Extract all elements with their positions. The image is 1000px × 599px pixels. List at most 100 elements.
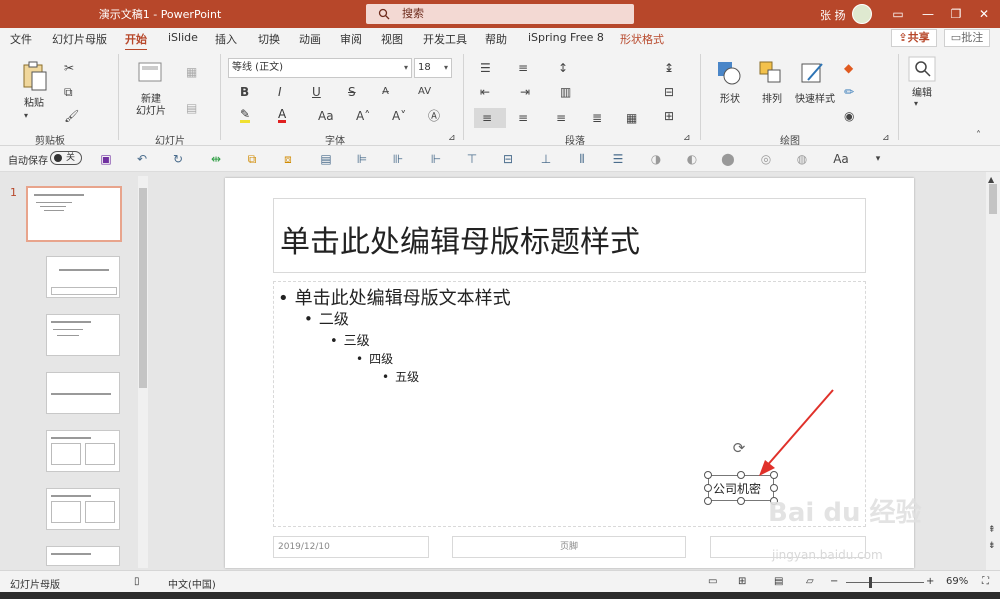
tab-transitions[interactable]: 切换: [258, 31, 280, 47]
align-center-icon[interactable]: ≡: [518, 110, 528, 126]
scrollbar-thumb[interactable]: [989, 184, 997, 214]
ribbon-display-icon[interactable]: ▭: [888, 4, 908, 24]
merge-fragment-icon[interactable]: ⬤: [720, 151, 736, 167]
cut-icon[interactable]: ✂: [64, 60, 74, 76]
arrange-button[interactable]: 排列: [752, 90, 792, 105]
tab-insert[interactable]: 插入: [215, 31, 237, 47]
arrange-icon[interactable]: [758, 60, 784, 86]
footer-placeholder[interactable]: 页脚: [452, 536, 686, 558]
copy-icon[interactable]: ⧉: [64, 84, 73, 100]
resize-handle[interactable]: [704, 471, 712, 479]
layout-thumbnail[interactable]: [46, 546, 120, 566]
numbering-icon[interactable]: ≡: [518, 60, 528, 76]
merge-subtract-icon[interactable]: ◍: [794, 151, 810, 167]
dialog-launcher-icon[interactable]: ⊿: [683, 130, 691, 146]
layout-icon[interactable]: ▦: [186, 64, 197, 80]
quick-styles-icon[interactable]: [800, 60, 826, 86]
new-slide-icon[interactable]: [138, 60, 164, 84]
close-icon[interactable]: ✕: [974, 4, 994, 24]
bullets-icon[interactable]: ☰: [480, 60, 491, 76]
tab-help[interactable]: 帮助: [485, 31, 507, 47]
share-button[interactable]: ⇪共享: [891, 29, 937, 47]
strikethrough-icon[interactable]: S: [348, 84, 356, 100]
previous-slide-icon[interactable]: ⇞: [988, 522, 996, 538]
bold-icon[interactable]: B: [240, 84, 249, 100]
layout-thumbnail[interactable]: [46, 430, 120, 472]
minimize-icon[interactable]: —: [918, 4, 938, 24]
shape-fill-icon[interactable]: ◆: [844, 60, 853, 76]
editing-button[interactable]: 编辑: [902, 84, 942, 99]
quick-styles-button[interactable]: 快速样式: [790, 90, 840, 105]
resize-handle[interactable]: [704, 497, 712, 505]
underline-icon[interactable]: U: [312, 84, 321, 100]
columns-icon[interactable]: ▥: [560, 84, 571, 100]
scrollbar-thumb[interactable]: [139, 188, 147, 388]
align-left-icon[interactable]: ≡: [482, 110, 492, 126]
thumbnail-scrollbar[interactable]: [138, 176, 148, 568]
char-spacing-icon[interactable]: AV: [418, 84, 431, 100]
collapse-ribbon-icon[interactable]: ˄: [976, 128, 981, 144]
group-tool-icon[interactable]: ⧉: [244, 151, 260, 167]
shape-outline-icon[interactable]: ✏: [844, 84, 854, 100]
resize-handle[interactable]: [770, 484, 778, 492]
shapes-icon[interactable]: [716, 60, 742, 86]
shape-effects-icon[interactable]: ◉: [844, 108, 854, 124]
resize-handle[interactable]: [737, 471, 745, 479]
dialog-launcher-icon[interactable]: ⊿: [882, 130, 890, 146]
font-name-select[interactable]: 等线 (正文) ▾: [228, 58, 412, 78]
zoom-slider-thumb[interactable]: [869, 577, 872, 588]
title-placeholder[interactable]: 单击此处编辑母版标题样式: [273, 198, 866, 273]
layout-thumbnail[interactable]: [46, 372, 120, 414]
format-painter-icon[interactable]: 🖌: [64, 108, 79, 124]
paste-button[interactable]: 粘贴: [14, 94, 54, 109]
paste-icon[interactable]: [20, 60, 48, 92]
layout-thumbnail[interactable]: [46, 488, 120, 530]
layout-thumbnail[interactable]: [46, 314, 120, 356]
text-direction-icon[interactable]: ↨: [664, 60, 674, 76]
slide-sorter-icon[interactable]: ⊞: [738, 576, 746, 587]
align-right-tool-icon[interactable]: ⊩: [428, 151, 444, 167]
ungroup-tool-icon[interactable]: ⧈: [280, 151, 296, 167]
grow-font-icon[interactable]: A˄: [356, 108, 370, 124]
align-center-tool-icon[interactable]: ⊪: [390, 151, 406, 167]
comment-button[interactable]: ▭批注: [944, 29, 990, 47]
next-slide-icon[interactable]: ⇟: [988, 538, 996, 554]
tab-animations[interactable]: 动画: [299, 31, 321, 47]
distribute-icon[interactable]: ▦: [626, 110, 637, 126]
merge-union-icon[interactable]: ◑: [648, 151, 664, 167]
editing-icon[interactable]: [908, 56, 936, 82]
shapes-button[interactable]: 形状: [710, 90, 750, 105]
language-label[interactable]: 中文(中国): [168, 576, 216, 591]
align-left-tool-icon[interactable]: ⊫: [354, 151, 370, 167]
change-case-icon[interactable]: Aa: [318, 108, 334, 124]
zoom-level[interactable]: 69%: [946, 576, 968, 587]
resize-handle[interactable]: [737, 497, 745, 505]
chevron-down-icon[interactable]: ▾: [914, 96, 918, 112]
tab-shape-format[interactable]: 形状格式: [620, 31, 664, 47]
zoom-slider[interactable]: [846, 582, 924, 583]
align-bottom-tool-icon[interactable]: ⊥: [538, 151, 554, 167]
search-box[interactable]: 搜索: [366, 4, 634, 24]
tab-islide[interactable]: iSlide: [168, 31, 198, 44]
slide-scrollbar[interactable]: ▲ ⇞ ⇟: [986, 172, 1000, 570]
tab-developer[interactable]: 开发工具: [423, 31, 467, 47]
font-case-icon[interactable]: Aa: [830, 151, 852, 167]
user-name[interactable]: 张 扬: [820, 7, 846, 23]
new-slide-button[interactable]: 新建 幻灯片: [128, 94, 174, 118]
text-effect-icon[interactable]: Ⓐ: [428, 108, 440, 124]
zoom-out-icon[interactable]: −: [830, 576, 838, 587]
reading-view-icon[interactable]: ▤: [774, 576, 783, 587]
paste-dropdown-icon[interactable]: ▾: [24, 108, 28, 124]
save-icon[interactable]: ▣: [98, 151, 114, 167]
dialog-launcher-icon[interactable]: ⊿: [448, 130, 456, 146]
highlight-icon[interactable]: ✎: [240, 108, 251, 123]
layout-thumbnail[interactable]: [46, 256, 120, 298]
reset-icon[interactable]: ▤: [186, 100, 197, 116]
date-placeholder[interactable]: 2019/12/10: [273, 536, 429, 558]
tab-ispring[interactable]: iSpring Free 8: [528, 31, 604, 44]
align-text-icon[interactable]: ⊟: [664, 84, 674, 100]
customize-qat-icon[interactable]: ▾: [870, 151, 886, 167]
align-right-icon[interactable]: ≡: [556, 110, 566, 126]
tab-review[interactable]: 审阅: [340, 31, 362, 47]
distribute-h-icon[interactable]: ⫴: [574, 151, 590, 167]
